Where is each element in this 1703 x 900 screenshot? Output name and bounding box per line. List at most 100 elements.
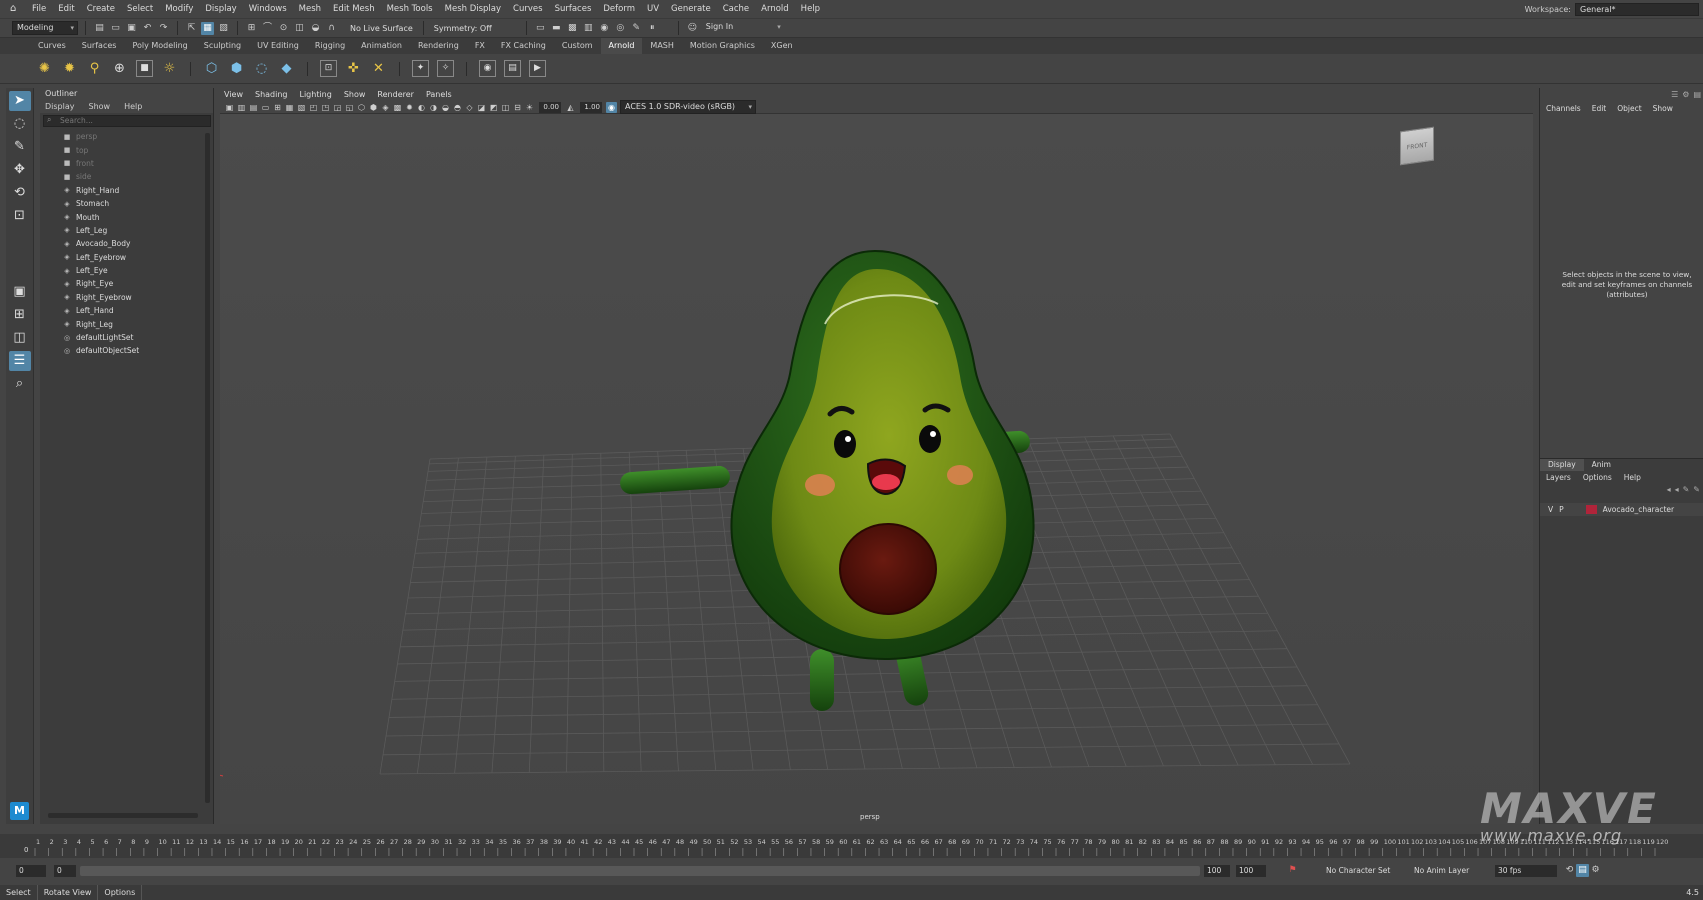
auto-key-icon[interactable]: ⚑ bbox=[1286, 864, 1299, 877]
move-layer-up-icon[interactable]: ◂ bbox=[1667, 485, 1671, 499]
volume-icon[interactable]: ⬢ bbox=[228, 60, 245, 77]
area-light-icon[interactable]: ✺ bbox=[36, 60, 53, 77]
outliner-item-persp[interactable]: ■ persp bbox=[40, 130, 213, 143]
bookmark-icon[interactable]: ▤ bbox=[248, 102, 259, 113]
preferences-icon[interactable]: ⚙ bbox=[1589, 864, 1602, 877]
menu-modify[interactable]: Modify bbox=[159, 4, 199, 14]
shelf-tab-xgen[interactable]: XGen bbox=[763, 38, 801, 54]
fps-dropdown[interactable]: 30 fps bbox=[1495, 864, 1557, 877]
shelf-tab-sculpting[interactable]: Sculpting bbox=[196, 38, 249, 54]
render-current-icon[interactable]: ▬ bbox=[550, 22, 563, 35]
two-view-icon[interactable]: ◫ bbox=[9, 328, 31, 348]
search-icon[interactable]: ⌕ bbox=[9, 374, 31, 394]
ipr-render-icon[interactable]: ▩ bbox=[566, 22, 579, 35]
viewport-scene[interactable]: FRONT persp bbox=[220, 114, 1533, 824]
procedural-icon[interactable]: ◆ bbox=[278, 60, 295, 77]
light-manager-icon[interactable]: ✦ bbox=[412, 60, 429, 77]
xray-components-icon[interactable]: ⊟ bbox=[512, 102, 523, 113]
snap-curve-icon[interactable]: ⌒ bbox=[261, 22, 274, 35]
menu-windows[interactable]: Windows bbox=[243, 4, 293, 14]
outliner-horizontal-scrollbar[interactable] bbox=[48, 813, 198, 818]
outliner-item-left-eye[interactable]: ◈ Left_Eye bbox=[40, 264, 213, 277]
open-scene-icon[interactable]: ▭ bbox=[109, 22, 122, 35]
menu-help[interactable]: Help bbox=[795, 4, 826, 14]
menu-mesh-tools[interactable]: Mesh Tools bbox=[381, 4, 439, 14]
skydome-light-icon[interactable]: ⊕ bbox=[111, 60, 128, 77]
hypershade-icon[interactable]: ◉ bbox=[598, 22, 611, 35]
outliner-item-top[interactable]: ■ top bbox=[40, 143, 213, 156]
physical-sky-icon[interactable]: ■ bbox=[136, 60, 153, 77]
image-plane-icon[interactable]: ▭ bbox=[260, 102, 271, 113]
snap-point-icon[interactable]: ⊙ bbox=[277, 22, 290, 35]
select-object-icon[interactable]: ▦ bbox=[201, 21, 214, 35]
symmetry-dropdown[interactable]: Symmetry: Off bbox=[431, 24, 501, 33]
gamma-field[interactable]: 1.00 bbox=[580, 101, 602, 113]
viewport-menu-view[interactable]: View bbox=[224, 88, 243, 101]
light-portal-icon[interactable]: ☼ bbox=[161, 60, 178, 77]
viewport-menu-show[interactable]: Show bbox=[344, 88, 366, 101]
xray-icon[interactable]: ◩ bbox=[488, 102, 499, 113]
rotate-tool-icon[interactable]: ⟲ bbox=[9, 183, 31, 203]
color-management-icon[interactable]: ◉ bbox=[606, 101, 617, 113]
anti-aliasing-icon[interactable]: ◓ bbox=[452, 102, 463, 113]
safe-title-icon[interactable]: ◱ bbox=[344, 102, 355, 113]
select-component-icon[interactable]: ▧ bbox=[217, 22, 230, 35]
select-camera-icon[interactable]: ▣ bbox=[224, 102, 235, 113]
safe-action-icon[interactable]: ◲ bbox=[332, 102, 343, 113]
menu-mesh[interactable]: Mesh bbox=[293, 4, 327, 14]
channel-box-icon[interactable]: ▤ bbox=[1693, 90, 1701, 99]
cmdline-rotate-view[interactable]: Rotate View bbox=[38, 885, 99, 900]
outliner-menu-help[interactable]: Help bbox=[124, 100, 142, 113]
viewport-menu-shading[interactable]: Shading bbox=[255, 88, 288, 101]
shelf-tab-poly-modeling[interactable]: Poly Modeling bbox=[124, 38, 195, 54]
render-view-eye-icon[interactable]: ◉ bbox=[479, 60, 496, 77]
light-editor-icon[interactable]: ✧ bbox=[437, 60, 454, 77]
shelf-tab-rendering[interactable]: Rendering bbox=[410, 38, 467, 54]
channel-menu-show[interactable]: Show bbox=[1653, 102, 1673, 116]
cmdline-select[interactable]: Select bbox=[0, 885, 38, 900]
outliner-layout-icon[interactable]: ☰ bbox=[8, 351, 31, 371]
outliner-item-stomach[interactable]: ◈ Stomach bbox=[40, 197, 213, 210]
end-time-field[interactable]: 100 bbox=[1236, 864, 1266, 877]
wireframe-icon[interactable]: ⬡ bbox=[356, 102, 367, 113]
depth-of-field-icon[interactable]: ◇ bbox=[464, 102, 475, 113]
curve-collector-icon[interactable]: ◌ bbox=[253, 60, 270, 77]
paint-select-icon[interactable]: ✎ bbox=[9, 137, 31, 157]
shelf-tab-fx[interactable]: FX bbox=[467, 38, 493, 54]
film-gate-icon[interactable]: ▦ bbox=[284, 102, 295, 113]
exposure-icon[interactable]: ☀ bbox=[524, 102, 535, 113]
resolution-gate-icon[interactable]: ▧ bbox=[296, 102, 307, 113]
use-all-lights-icon[interactable]: ✹ bbox=[404, 102, 415, 113]
sound-icon[interactable]: ▤ bbox=[1576, 864, 1589, 877]
menu-display[interactable]: Display bbox=[199, 4, 242, 14]
channel-menu-channels[interactable]: Channels bbox=[1546, 102, 1581, 116]
new-layer-selected-icon[interactable]: ✎ bbox=[1693, 485, 1700, 499]
undo-icon[interactable]: ↶ bbox=[141, 22, 154, 35]
grid-icon[interactable]: ⊞ bbox=[272, 102, 283, 113]
anim-layer-dropdown[interactable]: No Anim Layer bbox=[1411, 865, 1483, 877]
texture-tx-icon[interactable]: ⊡ bbox=[320, 60, 337, 77]
lasso-tool-icon[interactable]: ◌ bbox=[9, 114, 31, 134]
sign-in-button[interactable]: Sign In bbox=[701, 21, 784, 35]
field-chart-icon[interactable]: ◳ bbox=[320, 102, 331, 113]
magnet-icon[interactable]: ∩ bbox=[325, 22, 338, 35]
outliner-vertical-scrollbar[interactable] bbox=[205, 133, 210, 803]
playback-end-field[interactable]: 100 bbox=[1204, 864, 1230, 877]
menu-arnold[interactable]: Arnold bbox=[755, 4, 795, 14]
textured-icon[interactable]: ▩ bbox=[392, 102, 403, 113]
smooth-shade-icon[interactable]: ⬢ bbox=[368, 102, 379, 113]
workspace-dropdown[interactable]: General* bbox=[1575, 2, 1699, 16]
snap-view-icon[interactable]: ◫ bbox=[293, 22, 306, 35]
outliner-item-right-eyebrow[interactable]: ◈ Right_Eyebrow bbox=[40, 291, 213, 304]
new-scene-icon[interactable]: ▤ bbox=[93, 22, 106, 35]
motion-blur-icon[interactable]: ◒ bbox=[440, 102, 451, 113]
menu-surfaces[interactable]: Surfaces bbox=[549, 4, 598, 14]
standin-icon[interactable]: ⬡ bbox=[203, 60, 220, 77]
outliner-item-defaultlightset[interactable]: ◎ defaultLightSet bbox=[40, 331, 213, 344]
outliner-menu-display[interactable]: Display bbox=[45, 100, 75, 113]
layer-menu-layers[interactable]: Layers bbox=[1546, 471, 1571, 485]
layer-menu-options[interactable]: Options bbox=[1583, 471, 1612, 485]
render-settings-icon[interactable]: ▥ bbox=[582, 22, 595, 35]
outliner-item-right-eye[interactable]: ◈ Right_Eye bbox=[40, 277, 213, 290]
outliner-item-left-leg[interactable]: ◈ Left_Leg bbox=[40, 224, 213, 237]
